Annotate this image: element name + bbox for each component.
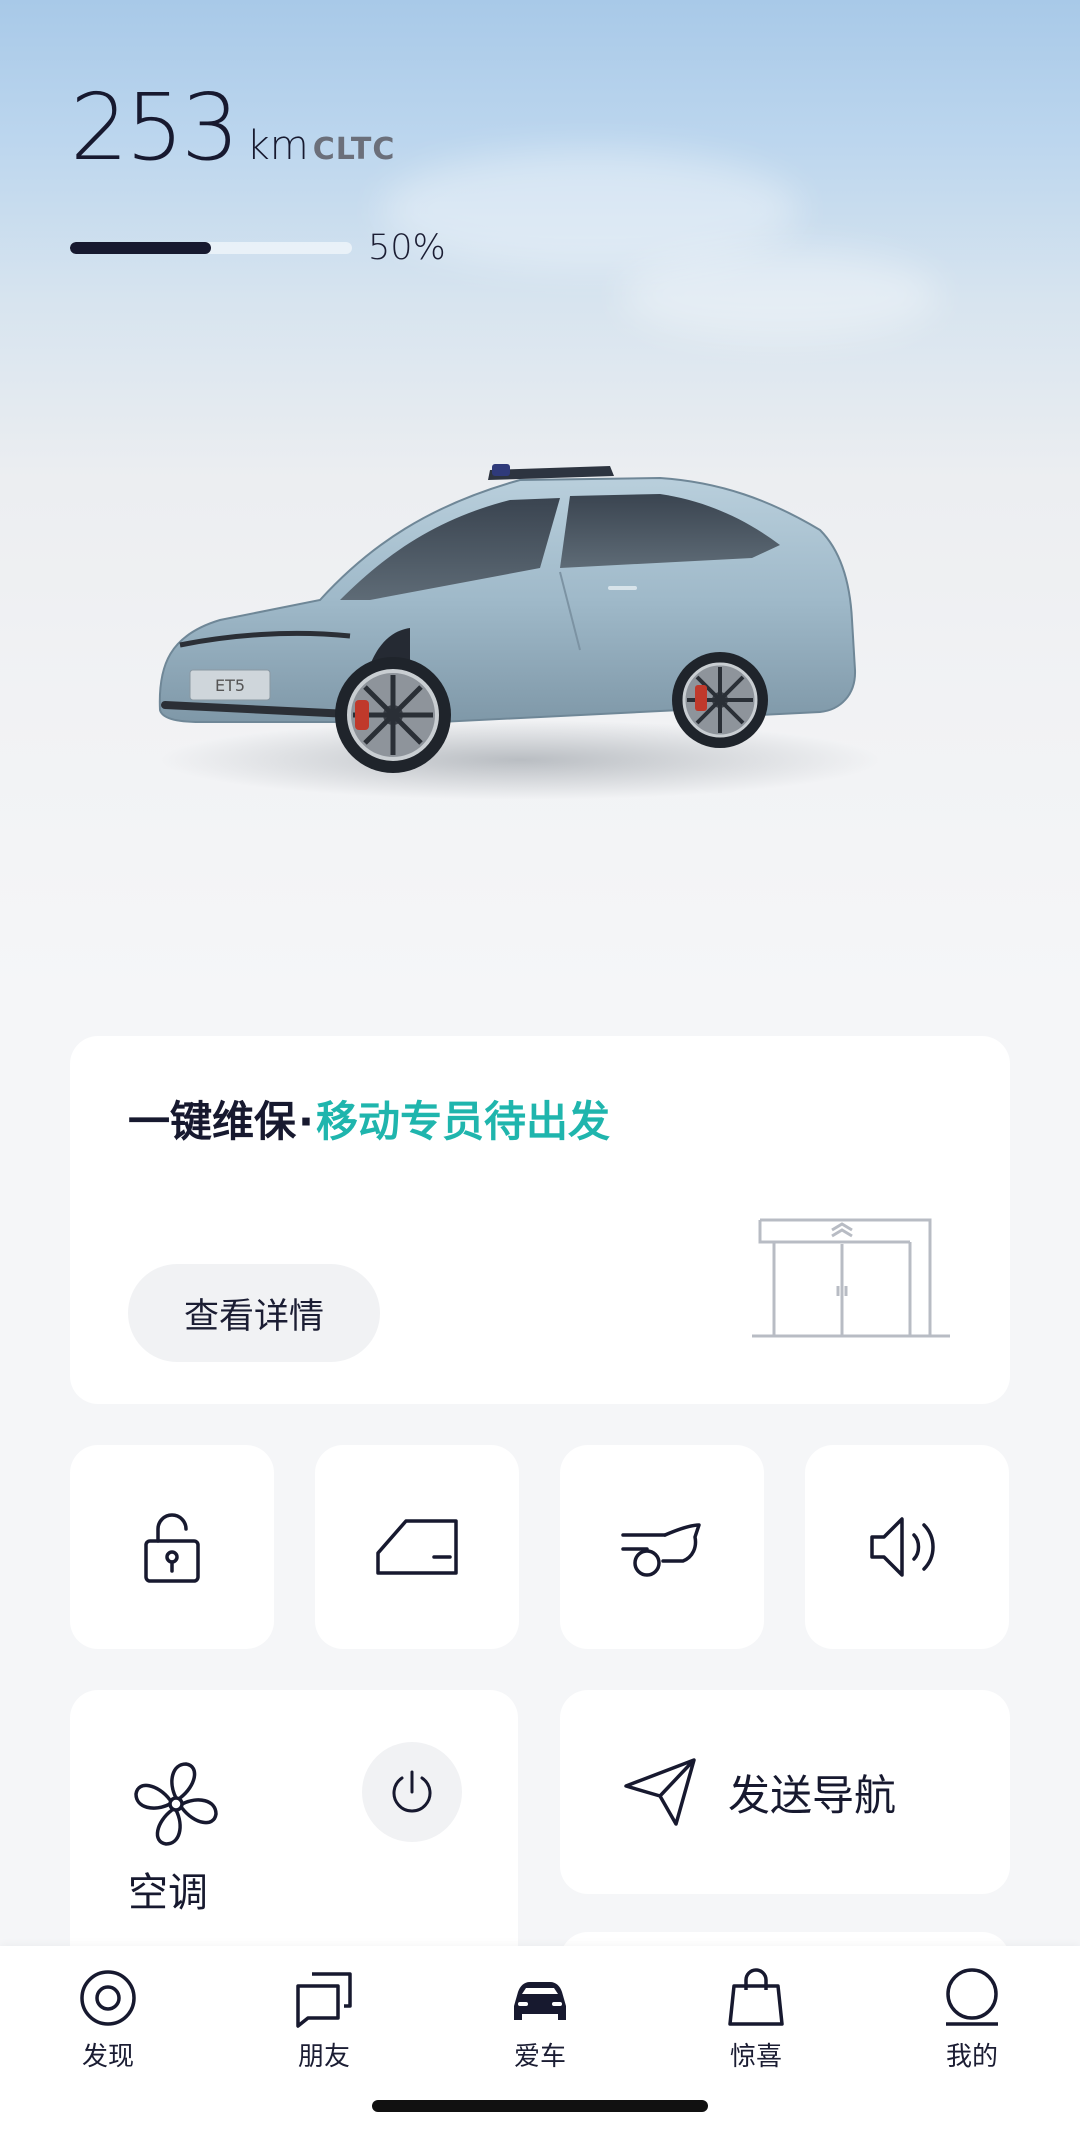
hero-section: 253 km CLTC 50% ET5 [0,0,1080,1000]
trunk-button[interactable] [560,1445,764,1649]
tab-label: 发现 [81,2042,134,2072]
range-standard: CLTC [312,132,396,167]
profile-icon [946,1968,998,2026]
lock-button[interactable] [70,1445,274,1649]
trunk-icon [621,1523,701,1577]
window-icon [376,1519,458,1575]
send-arrow-icon [624,1758,696,1826]
discover-icon [80,1970,136,2026]
car-icon [514,1982,566,2020]
battery-percent: 50% [368,228,446,268]
send-navigation-label: 发送导航 [728,1770,897,1820]
range-unit: km [246,123,309,169]
shopping-bag-icon [728,1968,784,2026]
tab-label: 爱车 [513,2042,566,2072]
tab-surprise[interactable]: 惊喜 [686,1966,826,2073]
climate-label: 空调 [128,1870,208,1916]
maintenance-card[interactable]: 一键维保·移动专员待出发 查看详情 [70,1036,1010,1404]
horn-icon [870,1517,935,1577]
fan-icon [134,1762,218,1846]
battery-bar-fill [70,242,211,254]
send-navigation-card[interactable]: 发送导航 [560,1690,1010,1894]
tab-profile[interactable]: 我的 [902,1966,1042,2073]
window-button[interactable] [315,1445,519,1649]
service-store-icon [752,1218,950,1338]
tab-my-car[interactable]: 爱车 [470,1966,610,2073]
battery-bar [70,242,352,254]
tab-label: 我的 [945,2042,998,2072]
tab-discover[interactable]: 发现 [38,1966,178,2073]
horn-button[interactable] [805,1445,1009,1649]
view-details-button[interactable]: 查看详情 [128,1264,380,1362]
maintenance-status: 移动专员待出发 [315,1097,610,1146]
lock-icon [144,1513,200,1583]
tab-label: 惊喜 [729,2042,782,2072]
maintenance-title: 一键维保·移动专员待出发 [128,1088,610,1149]
climate-card[interactable]: 空调 [70,1690,518,1990]
home-indicator [372,2100,708,2112]
battery-indicator: 50% [70,228,446,268]
maintenance-title-main: 一键维保 [128,1097,297,1146]
car-plate: ET5 [215,676,245,695]
range-display: 253 km CLTC [70,82,395,174]
friends-icon [296,1972,352,2028]
tab-friends[interactable]: 朋友 [254,1966,394,2073]
range-value: 253 [70,74,240,181]
car-image[interactable]: ET5 [140,460,880,800]
title-separator: · [298,1097,314,1146]
climate-power-button[interactable] [362,1742,462,1842]
tab-label: 朋友 [297,2042,350,2072]
power-icon [392,1770,432,1813]
cloud-decoration [620,250,940,340]
